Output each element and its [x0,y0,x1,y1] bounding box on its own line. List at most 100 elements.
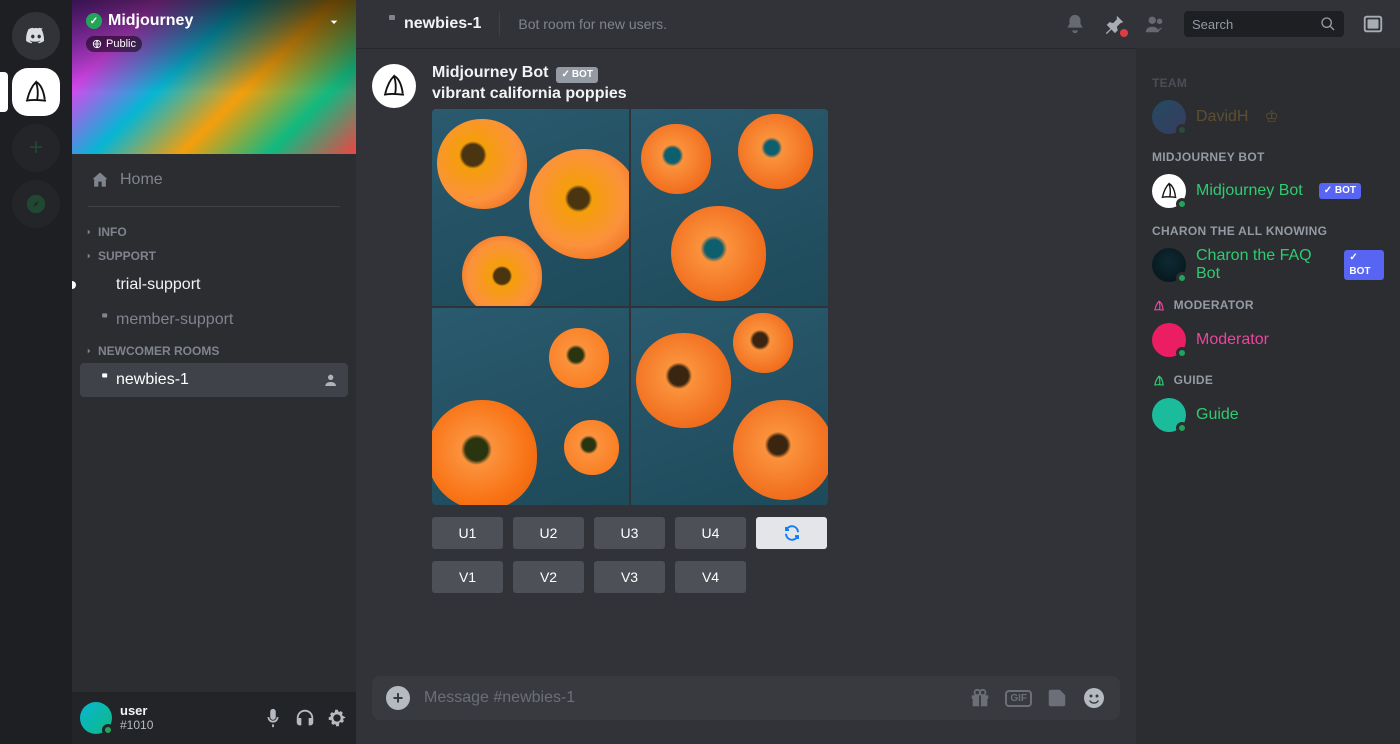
variation-v4-button[interactable]: V4 [675,561,746,593]
variation-v2-button[interactable]: V2 [513,561,584,593]
category-support[interactable]: SUPPORT [80,243,348,267]
search-input[interactable]: Search [1184,11,1344,37]
server-dropdown-icon[interactable] [326,14,342,30]
member-name: Charon the FAQ Bot [1196,247,1328,283]
role-header: MODERATOR [1144,286,1392,319]
upscale-u4-button[interactable]: U4 [675,517,746,549]
member-avatar [1152,174,1186,208]
server-bar: + [0,0,72,744]
members-toggle[interactable] [1144,13,1166,35]
mic-icon [262,707,284,729]
compass-icon [25,193,47,215]
member-avatar [1152,100,1186,134]
explore-servers-button[interactable] [12,180,60,228]
refresh-icon [783,524,801,542]
inbox-button[interactable] [1362,13,1384,35]
member-list[interactable]: TEAMDavidH♔MIDJOURNEY BOTMidjourney Bot✓… [1136,48,1400,744]
hashtag-icon [88,275,108,295]
user-panel: user #1010 [72,692,356,744]
grid-image-3 [432,308,629,505]
author-avatar[interactable] [372,64,416,108]
channel-list[interactable]: Home INFO SUPPORT trial-support member-s… [72,154,356,692]
notifications-button[interactable] [1064,13,1086,35]
upscale-u2-button[interactable]: U2 [513,517,584,549]
headphones-icon [294,707,316,729]
gift-button[interactable] [969,687,991,709]
category-newcomer-rooms[interactable]: NEWCOMER ROOMS [80,338,348,362]
hashtag-lock-icon [88,370,108,390]
sidebar-home[interactable]: Home [80,162,348,198]
add-server-button[interactable]: + [12,124,60,172]
member-name: Guide [1196,406,1239,424]
home-icon [90,170,110,190]
gear-icon [326,707,348,729]
reroll-button[interactable] [756,517,827,549]
status-dot-icon [1176,272,1188,284]
sticker-icon [1046,687,1068,709]
divider [499,12,500,36]
role-header: CHARON THE ALL KNOWING [1144,212,1392,244]
role-header: TEAM [1144,64,1392,96]
midjourney-sail-icon [1152,374,1166,388]
chevron-right-icon [84,227,94,237]
self-user-info[interactable]: user #1010 [120,704,254,731]
sticker-button[interactable] [1046,687,1068,709]
gif-button[interactable]: GIF [1005,690,1032,707]
channel-topic[interactable]: Bot room for new users. [518,16,1016,32]
upscale-u1-button[interactable]: U1 [432,517,503,549]
channel-newbies-1[interactable]: newbies-1 [80,363,348,397]
attach-button[interactable]: + [386,686,410,710]
channel-trial-support[interactable]: trial-support [80,268,348,302]
server-midjourney[interactable] [12,68,60,116]
hashtag-lock-icon [372,12,396,36]
grid-image-4 [631,308,828,505]
server-header[interactable]: ✓ Midjourney Public [72,0,356,154]
midjourney-sail-icon [379,71,409,101]
bot-badge: ✓ BOT [1319,183,1361,199]
main-content: newbies-1 Bot room for new users. Search [356,0,1400,744]
member-item[interactable]: Charon the FAQ Bot ✓ BOT [1144,244,1392,286]
member-name: Moderator [1196,331,1269,349]
message-list[interactable]: Midjourney Bot ✓ BOT vibrant california … [356,48,1136,676]
channel-sidebar: ✓ Midjourney Public Home IN [72,0,356,744]
variation-v1-button[interactable]: V1 [432,561,503,593]
divider [88,206,340,207]
settings-button[interactable] [326,707,348,729]
status-dot-icon [1176,124,1188,136]
member-item[interactable]: Moderator [1144,319,1392,361]
globe-icon [92,39,102,49]
search-icon [1320,16,1336,32]
member-avatar [1152,248,1186,282]
member-item[interactable]: DavidH♔ [1144,96,1392,138]
mute-button[interactable] [262,707,284,729]
author-name[interactable]: Midjourney Bot [432,64,548,82]
discord-home-button[interactable] [12,12,60,60]
threads-button[interactable] [1024,13,1046,35]
bot-badge: ✓ BOT [1344,250,1384,280]
channel-member-support[interactable]: member-support [80,303,348,337]
member-item[interactable]: Midjourney Bot✓ BOT [1144,170,1392,212]
category-info[interactable]: INFO [80,219,348,243]
emoji-button[interactable] [1082,686,1106,710]
add-member-icon[interactable] [324,372,340,388]
discord-icon [25,25,47,47]
midjourney-sail-icon [21,77,51,107]
deafen-button[interactable] [294,707,316,729]
upscale-u3-button[interactable]: U3 [594,517,665,549]
image-grid[interactable] [432,109,828,505]
bot-badge: ✓ BOT [556,67,598,83]
variation-v3-button[interactable]: V3 [594,561,665,593]
member-avatar [1152,323,1186,357]
self-avatar[interactable] [80,702,112,734]
gift-icon [969,687,991,709]
grid-image-2 [631,109,828,306]
grid-image-1 [432,109,629,306]
channel-title: newbies-1 [404,15,481,33]
member-avatar [1152,398,1186,432]
message-input[interactable]: + Message #newbies-1 GIF [372,676,1120,720]
server-name: Midjourney [108,12,193,30]
member-item[interactable]: Guide [1144,394,1392,436]
message: Midjourney Bot ✓ BOT vibrant california … [372,64,1120,593]
pinned-button[interactable] [1104,13,1126,35]
midjourney-sail-icon [1152,299,1166,313]
